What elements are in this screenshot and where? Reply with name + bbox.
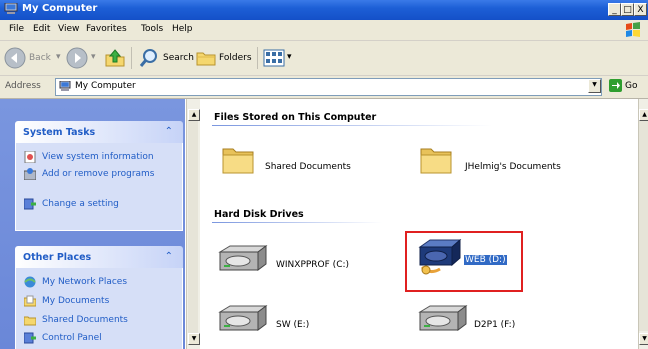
folder-jhelmigs-documents[interactable]: JHelmig's Documents	[418, 141, 588, 181]
task-pane: System Tasks ⌃ View system information A…	[0, 99, 185, 349]
add-remove-programs-icon	[24, 168, 36, 180]
minimize-button[interactable]: _	[608, 3, 621, 16]
section-divider	[212, 125, 492, 126]
drives-section-title: Hard Disk Drives	[214, 209, 304, 220]
title-bar[interactable]: My Computer _ □ X	[0, 0, 648, 20]
my-documents-icon	[24, 295, 36, 307]
up-folder-icon[interactable]	[104, 47, 126, 69]
drive-f[interactable]: D2P1 (F:)	[416, 299, 596, 339]
hard-drive-icon	[218, 245, 268, 271]
maximize-button[interactable]: □	[621, 3, 634, 16]
other-places-panel: My Network Places My Documents Shared Do…	[15, 268, 183, 349]
back-dropdown-icon[interactable]: ▾	[56, 52, 61, 62]
control-panel-icon	[24, 198, 36, 210]
address-value: My Computer	[75, 81, 136, 91]
folders-icon[interactable]	[195, 47, 217, 69]
section-divider	[212, 222, 382, 223]
forward-dropdown-icon[interactable]: ▾	[91, 52, 96, 62]
menu-bar: File Edit View Favorites Tools Help	[0, 20, 648, 41]
menu-tools[interactable]: Tools	[141, 24, 163, 34]
close-button[interactable]: X	[634, 3, 647, 16]
go-arrow-icon[interactable]	[609, 79, 622, 92]
menu-view[interactable]: View	[58, 24, 79, 34]
my-computer-icon	[4, 3, 18, 14]
menu-help[interactable]: Help	[172, 24, 193, 34]
separator	[257, 47, 258, 69]
menu-edit[interactable]: Edit	[33, 24, 50, 34]
system-tasks-title: System Tasks	[23, 127, 96, 138]
address-dropdown-button[interactable]: ▼	[588, 79, 601, 93]
hard-drive-icon	[218, 305, 268, 331]
scroll-down-button[interactable]: ▼	[639, 333, 648, 345]
network-places-icon	[24, 276, 36, 288]
other-places-title: Other Places	[23, 252, 92, 263]
windows-logo-icon	[626, 22, 640, 37]
folder-icon	[420, 148, 452, 174]
scroll-up-button[interactable]: ▲	[639, 109, 648, 121]
window-title: My Computer	[22, 3, 98, 14]
toolbar: Back ▾ ▾ Search Folders ▾	[0, 41, 648, 76]
scroll-down-button[interactable]: ▼	[188, 333, 200, 345]
folder-label: JHelmig's Documents	[465, 162, 561, 172]
forward-arrow-icon[interactable]	[66, 47, 88, 69]
system-info-icon	[24, 151, 36, 163]
scroll-track[interactable]	[188, 121, 198, 341]
shared-documents-icon	[24, 316, 36, 326]
collapse-chevron-icon[interactable]: ⌃	[165, 126, 173, 137]
folder-icon	[222, 148, 254, 174]
hard-drive-icon	[418, 305, 468, 331]
back-arrow-icon[interactable]	[4, 47, 26, 69]
drive-label: WEB (D:)	[464, 255, 507, 265]
main-scrollbar[interactable]: ▲ ▼	[638, 99, 648, 349]
menu-file[interactable]: File	[9, 24, 24, 34]
system-tasks-panel: View system information Add or remove pr…	[15, 143, 183, 231]
folders-label[interactable]: Folders	[219, 53, 252, 63]
address-bar: Address My Computer ▼ Go	[0, 76, 648, 99]
address-label: Address	[5, 81, 41, 91]
folder-label: Shared Documents	[265, 162, 351, 172]
search-label[interactable]: Search	[163, 53, 194, 63]
views-icon[interactable]	[263, 48, 285, 68]
separator	[131, 47, 132, 69]
scroll-track[interactable]	[639, 121, 648, 331]
views-dropdown-icon[interactable]: ▾	[287, 52, 292, 62]
system-tasks-header[interactable]: System Tasks ⌃	[15, 121, 183, 143]
folder-shared-documents[interactable]: Shared Documents	[220, 141, 390, 181]
task-pane-scrollbar[interactable]: ▲ ▼	[186, 99, 200, 349]
drive-e[interactable]: SW (E:)	[216, 299, 396, 339]
control-panel-icon	[24, 332, 36, 344]
drive-c[interactable]: WINXPPROF (C:)	[216, 239, 396, 279]
drive-label: D2P1 (F:)	[474, 320, 516, 330]
my-computer-icon	[59, 81, 71, 91]
go-button[interactable]: Go	[625, 81, 637, 91]
web-drive-icon	[418, 238, 462, 275]
collapse-chevron-icon[interactable]: ⌃	[165, 251, 173, 262]
search-icon[interactable]	[138, 47, 160, 69]
menu-favorites[interactable]: Favorites	[86, 24, 127, 34]
address-input[interactable]: My Computer	[55, 78, 602, 96]
main-content: Files Stored on This Computer Shared Doc…	[200, 99, 638, 349]
drive-label: SW (E:)	[276, 320, 310, 330]
files-section-title: Files Stored on This Computer	[214, 112, 377, 123]
back-label[interactable]: Back	[29, 53, 51, 63]
scroll-up-button[interactable]: ▲	[188, 109, 200, 121]
other-places-header[interactable]: Other Places ⌃	[15, 246, 183, 268]
drive-label: WINXPPROF (C:)	[276, 260, 350, 270]
drive-d[interactable]: WEB (D:)	[416, 237, 521, 285]
